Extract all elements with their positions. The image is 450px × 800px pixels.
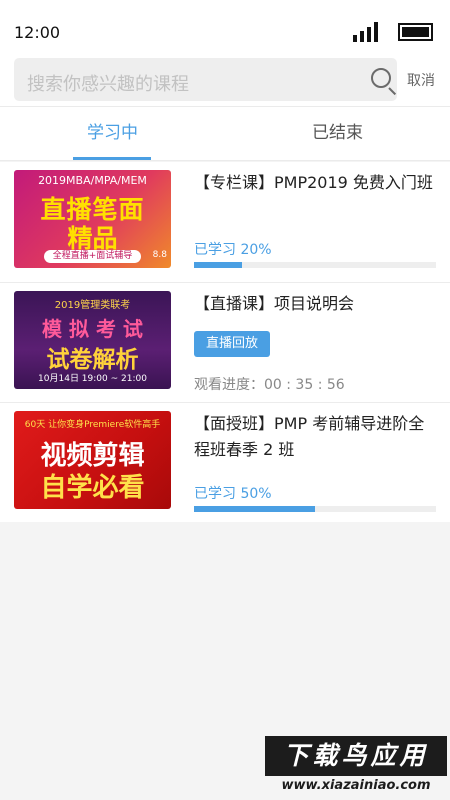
cancel-button[interactable]: 取消 — [407, 70, 435, 90]
watermark-title: 下载鸟应用 — [265, 736, 447, 776]
course-title: 【直播课】项目说明会 — [194, 294, 355, 313]
battery-icon — [398, 23, 433, 41]
progress-fill — [194, 262, 243, 268]
thumb-text: 全程直播+面试辅导 — [52, 251, 133, 261]
progress-label: 已学习 20% — [194, 242, 272, 258]
signal-icon — [353, 22, 381, 42]
status-time: 12:00 — [14, 23, 61, 42]
search-icon[interactable] — [369, 66, 397, 96]
course-title: 【面授班】PMP 考前辅导进阶全程班春季 2 班 — [194, 414, 425, 459]
course-item[interactable]: 60天 让你变身Premiere软件高手 视频剪辑 自学必看 【面授班】PMP … — [0, 402, 450, 522]
search-placeholder: 搜索你感兴趣的课程 — [27, 74, 189, 95]
replay-button[interactable]: 直播回放 — [194, 331, 270, 357]
progress-bar — [194, 262, 436, 268]
course-list: 2019MBA/MPA/MEM 直播笔面 精品 全程直播+面试辅导 8.8 【专… — [0, 162, 450, 522]
thumb-badge: 8.8 — [152, 250, 167, 260]
progress-label: 已学习 50% — [194, 486, 272, 502]
course-item[interactable]: 2019管理类联考 模 拟 考 试 试卷解析 10月14日 19:00 ~ 21… — [0, 282, 450, 402]
active-tab-indicator — [73, 157, 151, 160]
watermark-url: www.xiazainiao.com — [281, 778, 431, 793]
thumb-text: 2019管理类联考 — [54, 300, 131, 311]
course-title: 【专栏课】PMP2019 免费入门班 — [194, 173, 433, 192]
course-thumbnail: 60天 让你变身Premiere软件高手 视频剪辑 自学必看 — [14, 411, 171, 509]
course-item[interactable]: 2019MBA/MPA/MEM 直播笔面 精品 全程直播+面试辅导 8.8 【专… — [0, 162, 450, 282]
thumb-text: 试卷解析 — [46, 347, 139, 373]
watch-progress: 观看进度：00 : 35 : 56 — [194, 377, 345, 393]
tab-bar: 学习中 已结束 — [0, 106, 450, 161]
thumb-text: 自学必看 — [40, 473, 145, 503]
search-bar: 搜索你感兴趣的课程 取消 — [0, 52, 450, 106]
search-input[interactable]: 搜索你感兴趣的课程 — [14, 58, 397, 101]
tab-in-progress[interactable]: 学习中 — [0, 107, 225, 161]
thumb-text: 10月14日 19:00 ~ 21:00 — [38, 374, 147, 384]
progress-fill — [194, 506, 315, 512]
thumb-text: 模 拟 考 试 — [42, 317, 143, 341]
progress-bar — [194, 506, 436, 512]
tab-finished[interactable]: 已结束 — [225, 107, 450, 161]
course-thumbnail: 2019MBA/MPA/MEM 直播笔面 精品 全程直播+面试辅导 8.8 — [14, 170, 171, 268]
thumb-text: 2019MBA/MPA/MEM — [38, 174, 147, 187]
thumb-text: 60天 让你变身Premiere软件高手 — [24, 420, 161, 430]
watermark-logo: 下载鸟应用 www.xiazainiao.com — [265, 736, 447, 796]
course-thumbnail: 2019管理类联考 模 拟 考 试 试卷解析 10月14日 19:00 ~ 21… — [14, 291, 171, 389]
